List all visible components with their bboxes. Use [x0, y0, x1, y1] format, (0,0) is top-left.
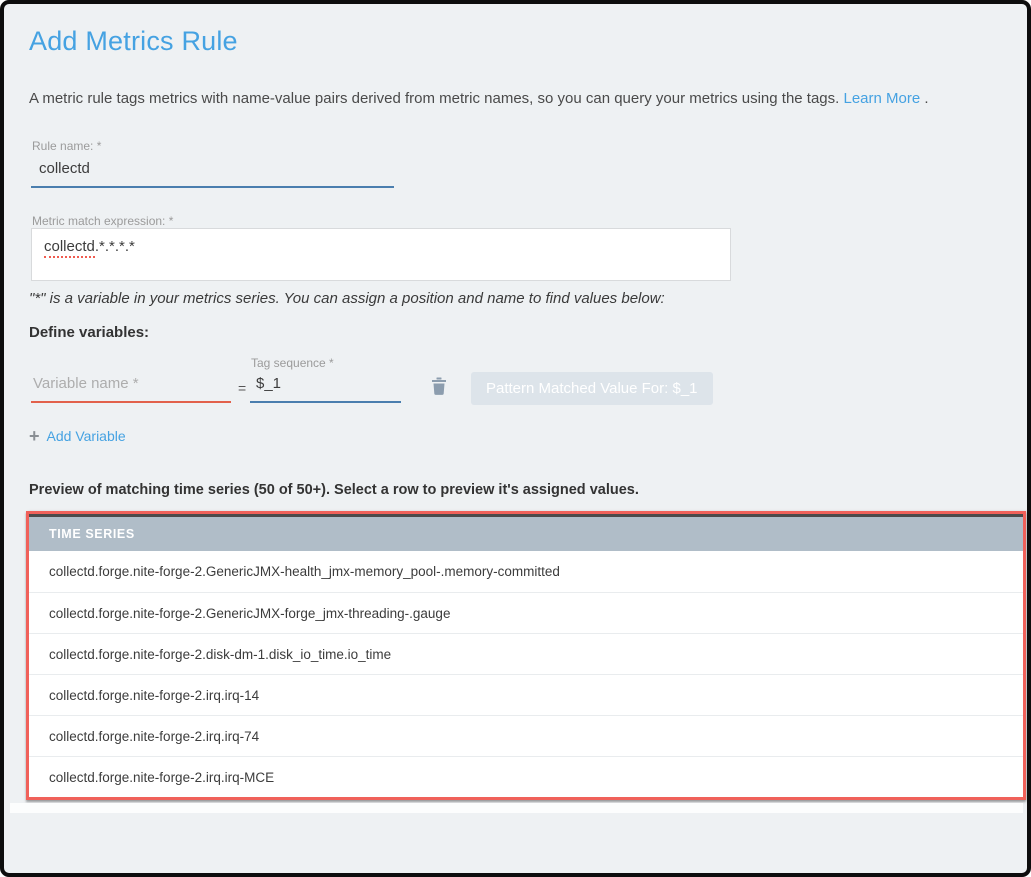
description-body: A metric rule tags metrics with name-val…: [29, 90, 839, 107]
metric-match-expression-label: Metric match expression: *: [32, 214, 173, 228]
rule-name-input[interactable]: [31, 156, 394, 188]
tag-sequence-input[interactable]: [250, 372, 401, 403]
trash-icon: [430, 383, 448, 398]
table-row[interactable]: collectd.forge.nite-forge-2.GenericJMX-h…: [29, 551, 1023, 592]
description-suffix: .: [924, 90, 928, 107]
add-metrics-rule-panel: Add Metrics Rule A metric rule tags metr…: [0, 0, 1031, 877]
table-row[interactable]: collectd.forge.nite-forge-2.irq.irq-74: [29, 715, 1023, 756]
add-variable-label: Add Variable: [47, 428, 126, 444]
table-row[interactable]: collectd.forge.nite-forge-2.irq.irq-MCE: [29, 756, 1023, 797]
delete-variable-button[interactable]: [427, 374, 451, 398]
expression-rest: .*.*.*.*: [95, 238, 135, 255]
learn-more-link[interactable]: Learn More: [844, 90, 921, 107]
time-series-column-header: TIME SERIES: [29, 514, 1023, 551]
rule-name-label: Rule name: *: [32, 139, 101, 153]
time-series-rows: collectd.forge.nite-forge-2.GenericJMX-h…: [29, 551, 1023, 797]
description-text: A metric rule tags metrics with name-val…: [29, 90, 929, 107]
time-series-table: TIME SERIES collectd.forge.nite-forge-2.…: [26, 511, 1026, 800]
table-row[interactable]: collectd.forge.nite-forge-2.GenericJMX-f…: [29, 592, 1023, 633]
define-variables-heading: Define variables:: [29, 324, 149, 341]
expression-flagged-word: collectd: [44, 238, 95, 258]
table-row[interactable]: collectd.forge.nite-forge-2.irq.irq-14: [29, 674, 1023, 715]
variable-name-input[interactable]: [31, 372, 231, 403]
plus-icon: +: [29, 429, 40, 443]
metric-match-expression-input[interactable]: collectd.*.*.*.*: [31, 228, 731, 281]
preview-heading: Preview of matching time series (50 of 5…: [29, 482, 639, 498]
variable-hint-note: "*" is a variable in your metrics series…: [29, 290, 665, 307]
panel-bottom-strip: [10, 803, 1023, 813]
equals-sign: =: [238, 380, 246, 396]
table-row[interactable]: collectd.forge.nite-forge-2.disk-dm-1.di…: [29, 633, 1023, 674]
add-variable-button[interactable]: + Add Variable: [29, 428, 126, 444]
tag-sequence-label: Tag sequence *: [251, 356, 334, 370]
page-title: Add Metrics Rule: [29, 26, 238, 57]
pattern-matched-value-button[interactable]: Pattern Matched Value For: $_1: [471, 372, 713, 405]
